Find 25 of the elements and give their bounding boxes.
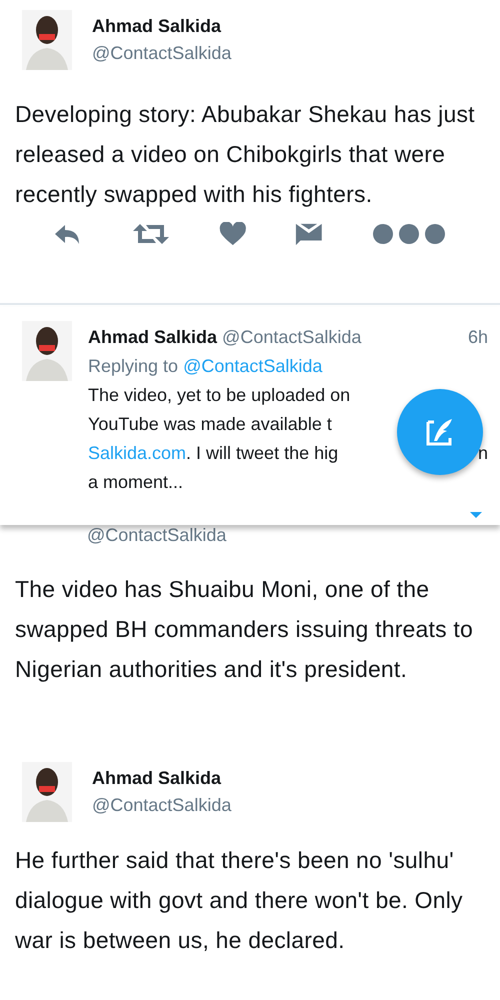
- more-icon[interactable]: [370, 222, 447, 246]
- reply-text: YouTube was made available t: [88, 413, 332, 436]
- tweet-text: He further said that there's been no 'sulhu' dialogue with govt and there won't be. Only war is between us, he declared.: [15, 846, 464, 955]
- author-handle[interactable]: @ContactSalkida: [222, 323, 362, 352]
- reply-text: The video, yet to be uploaded on: [88, 384, 350, 407]
- author-handle[interactable]: @ContactSalkida: [92, 43, 232, 64]
- replying-label: Replying to: [88, 355, 178, 378]
- mention-link[interactable]: @ContactSalkida: [183, 352, 322, 381]
- author-name[interactable]: Ahmad Salkida: [92, 16, 232, 37]
- tweet-text: Developing story: Abubakar Shekau has just released a video on Chibokgirls that were recently swapped with his fighters.: [15, 100, 476, 209]
- tweet-text: The video has Shuaibu Moni, one of the swapped BH commanders issuing threats to Nigerian authorities and it's president.: [15, 575, 474, 684]
- compose-icon: [425, 417, 455, 447]
- author-name[interactable]: Ahmad Salkida: [88, 323, 218, 352]
- timestamp: 6h: [468, 326, 488, 349]
- author-name[interactable]: Ahmad Salkida: [92, 768, 232, 789]
- reply-text: n: [478, 442, 488, 465]
- reply-text: a moment...: [88, 471, 184, 494]
- caret-icon[interactable]: [470, 512, 482, 518]
- website-link[interactable]: Salkida.com: [88, 439, 186, 468]
- author-handle[interactable]: @ContactSalkida: [87, 525, 226, 545]
- author-handle[interactable]: @ContactSalkida: [92, 795, 232, 816]
- reply-text: . I will tweet the hig: [186, 442, 338, 465]
- retweet-icon[interactable]: [131, 222, 172, 246]
- envelope-icon[interactable]: [295, 222, 323, 246]
- heart-icon[interactable]: [219, 222, 247, 246]
